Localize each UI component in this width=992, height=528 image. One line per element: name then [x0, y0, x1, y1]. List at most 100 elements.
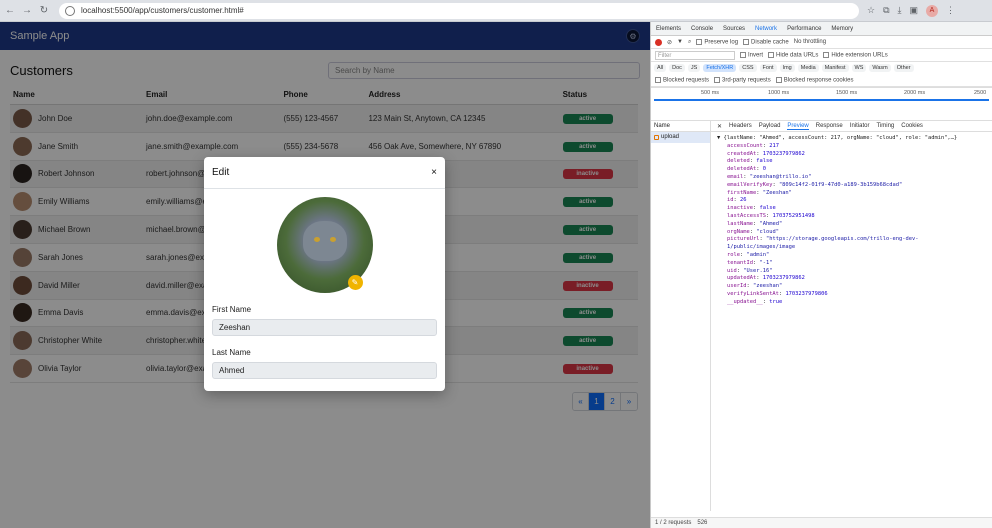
detail-tab[interactable]: Payload — [759, 123, 781, 129]
json-field: tenantId: "-1" — [727, 259, 773, 266]
json-field: accessCount: 217 — [727, 142, 779, 149]
json-field: uid: "User.16" — [727, 267, 773, 274]
preserve-log-checkbox[interactable]: Preserve log — [696, 38, 738, 45]
json-summary[interactable]: ▼ {lastName: "Ahmed", accessCount: 217, … — [717, 135, 986, 143]
detail-tab[interactable]: Response — [816, 123, 843, 129]
blocked-row: Blocked requests 3rd-party requests Bloc… — [651, 74, 992, 87]
throttling-select[interactable]: No throttling — [794, 39, 826, 45]
timeline-tick: 2000 ms — [904, 90, 926, 96]
devtools-tab[interactable]: Console — [686, 26, 718, 32]
request-list-header: Name — [651, 121, 710, 132]
xhr-icon — [654, 135, 659, 140]
type-filter[interactable]: Media — [797, 64, 819, 72]
timeline-tick: 1500 ms — [836, 90, 858, 96]
cat-image — [302, 221, 347, 261]
json-field: verifyLinkSentAt: 1703237979806 — [727, 290, 828, 297]
json-field: inactive: false — [727, 205, 776, 212]
json-field: lastAccessTS: 1703752951498 — [727, 212, 815, 219]
json-field: id: 26 — [727, 197, 747, 204]
profile-photo: ✎ — [276, 197, 373, 293]
back-icon[interactable]: ← — [3, 4, 17, 18]
filter-input[interactable]: Filter — [655, 50, 735, 60]
sidebar-icon[interactable]: ▣ — [910, 5, 919, 16]
transferred-size: 526 — [697, 520, 708, 526]
disable-cache-checkbox[interactable]: Disable cache — [743, 38, 789, 45]
json-field: createdAt: 1703237979862 — [727, 150, 805, 157]
devtools-tab[interactable]: Sources — [718, 26, 750, 32]
first-name-field[interactable]: Zeeshan — [212, 319, 437, 336]
address-bar[interactable]: localhost:5500/app/customers/customer.ht… — [59, 2, 859, 19]
json-field: emailVerifyKey: "809c14f2-01f9-47d0-a189… — [727, 181, 903, 188]
filter-row: Filter Invert Hide data URLs Hide extens… — [651, 49, 992, 62]
blocked-cookies-checkbox[interactable]: Blocked response cookies — [775, 76, 853, 83]
type-filter[interactable]: All — [654, 64, 667, 72]
type-filter[interactable]: JS — [687, 64, 701, 72]
detail-tab[interactable]: Timing — [876, 123, 894, 129]
json-field: email: "zeeshan@trillo.io" — [727, 173, 812, 180]
detail-tab[interactable]: Cookies — [901, 123, 923, 129]
json-field: deletedAt: 0 — [727, 166, 766, 173]
type-filter[interactable]: Manifest — [821, 64, 849, 72]
type-filter[interactable]: Wasm — [869, 64, 891, 72]
type-filter[interactable]: CSS — [739, 64, 757, 72]
modal-title: Edit — [212, 167, 230, 178]
profile-avatar[interactable]: A — [926, 4, 939, 17]
blocked-requests-checkbox[interactable]: Blocked requests — [655, 76, 709, 83]
type-filter[interactable]: Doc — [669, 64, 685, 72]
json-field: role: "admin" — [727, 251, 770, 258]
json-field: deleted: false — [727, 158, 773, 165]
network-timeline[interactable]: 500 ms 1000 ms 1500 ms 2000 ms 2500 — [651, 87, 992, 121]
download-icon[interactable]: ⤓ — [898, 5, 902, 16]
hide-extension-urls-checkbox[interactable]: Hide extension URLs — [823, 51, 888, 58]
hide-data-urls-checkbox[interactable]: Hide data URLs — [768, 51, 818, 58]
third-party-checkbox[interactable]: 3rd-party requests — [714, 76, 771, 83]
type-filter[interactable]: WS — [851, 64, 867, 72]
timeline-tick: 1000 ms — [768, 90, 790, 96]
request-count: 1 / 2 requests — [655, 520, 692, 526]
timeline-bar — [654, 99, 989, 101]
extensions-icon[interactable]: ⧉ — [883, 5, 889, 16]
menu-kebab-icon[interactable]: ⋮ — [946, 5, 955, 16]
close-icon[interactable]: × — [431, 167, 437, 178]
detail-tab[interactable]: Headers — [729, 123, 752, 129]
first-name-label: First Name — [212, 305, 252, 314]
clear-icon[interactable]: ⊘ — [667, 39, 672, 46]
timeline-tick: 500 ms — [701, 90, 720, 96]
type-filter[interactable]: Img — [779, 64, 795, 72]
request-details: ✕ Headers Payload Preview Response Initiator… — [711, 121, 992, 511]
invert-checkbox[interactable]: Invert — [740, 51, 763, 58]
devtools-tab[interactable]: Memory — [826, 26, 858, 32]
reload-icon[interactable]: ↻ — [37, 4, 51, 18]
request-row[interactable]: upload — [651, 132, 710, 143]
devtools-tabs: Elements Console Sources Network Performance… — [651, 22, 992, 36]
filter-icon[interactable]: ▼ — [677, 39, 683, 45]
site-info-icon[interactable] — [65, 5, 75, 16]
json-field: orgName: "cloud" — [727, 228, 779, 235]
devtools-tab[interactable]: Network — [750, 26, 782, 32]
json-field: updatedAt: 1703237979862 — [727, 275, 805, 282]
request-list: Name upload — [651, 121, 711, 511]
json-field: pictureUrl: "https://storage.googleapis.… — [727, 236, 919, 251]
devtools-status-bar: 1 / 2 requests 526 — [651, 517, 992, 528]
bookmark-star-icon[interactable]: ☆ — [867, 5, 875, 16]
preview-json: ▼ {lastName: "Ahmed", accessCount: 217, … — [711, 132, 992, 310]
record-icon[interactable] — [655, 38, 662, 46]
devtools-panel: Elements Console Sources Network Performance… — [650, 22, 992, 528]
detail-tab[interactable]: Initiator — [850, 123, 870, 129]
type-filter[interactable]: Font — [759, 64, 777, 72]
search-icon[interactable]: ⌕ — [688, 39, 691, 46]
detail-tab[interactable]: Preview — [787, 123, 809, 130]
type-filter[interactable]: Fetch/XHR — [703, 64, 737, 72]
detail-tabs: ✕ Headers Payload Preview Response Initiator… — [711, 121, 992, 132]
last-name-field[interactable]: Ahmed — [212, 362, 437, 379]
type-filter[interactable]: Other — [893, 64, 914, 72]
forward-icon[interactable]: → — [20, 4, 34, 18]
app-area: Sample App ⚙ Customers Search by Name Na… — [0, 22, 650, 528]
devtools-tab[interactable]: Performance — [782, 26, 826, 32]
edit-photo-icon[interactable]: ✎ — [347, 275, 363, 290]
resource-type-filters: All Doc JS Fetch/XHR CSS Font Img Media Manifest… — [651, 62, 992, 74]
json-field: firstName: "Zeeshan" — [727, 189, 792, 196]
devtools-tab[interactable]: Elements — [651, 26, 686, 32]
timeline-tick: 2500 — [974, 90, 987, 96]
close-icon[interactable]: ✕ — [717, 123, 722, 130]
